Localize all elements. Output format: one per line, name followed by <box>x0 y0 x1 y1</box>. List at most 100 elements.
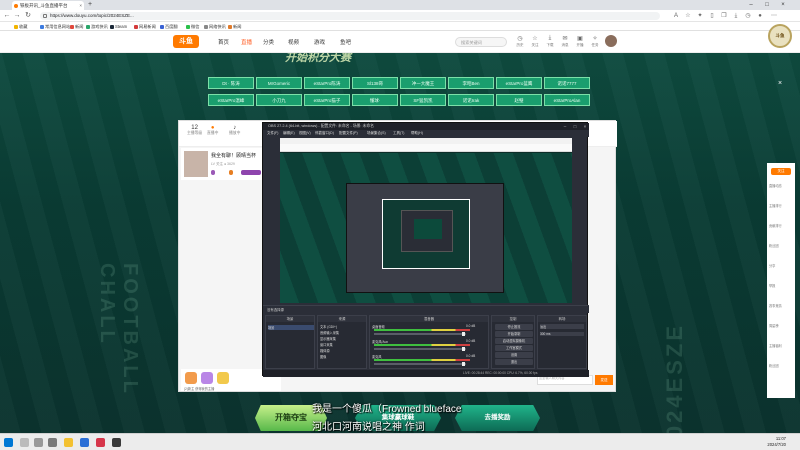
downloads-icon[interactable]: ⤓ <box>732 12 740 20</box>
bookmark-item[interactable]: 微信 <box>186 23 199 30</box>
menu-edit[interactable]: 编辑(E) <box>283 130 295 137</box>
reload-icon[interactable]: ↻ <box>24 12 32 20</box>
close-tab-icon[interactable]: × <box>79 1 82 10</box>
streamer-button[interactable]: 李昭Ben <box>448 77 494 89</box>
file-explorer-icon[interactable] <box>64 438 73 447</box>
streamer-button[interactable]: Dt · 陈涛 <box>208 77 254 89</box>
sidebar-icon[interactable]: ▯ <box>708 12 716 20</box>
bookmark-item[interactable]: Steam <box>110 23 127 30</box>
volume-slider[interactable] <box>374 332 466 336</box>
nav-fishbar[interactable]: 鱼吧 <box>340 38 351 46</box>
task-view-icon[interactable] <box>34 438 43 447</box>
menu-profile[interactable]: 配置文件(P) <box>339 130 358 137</box>
user-avatar[interactable] <box>605 35 617 47</box>
menu-tools[interactable]: 工具(T) <box>393 130 404 137</box>
sidebar-line[interactable]: 贡献排行 <box>769 223 793 228</box>
extension-icon[interactable]: ✦ <box>696 12 704 20</box>
system-clock[interactable]: 11:07 2024/7/20 <box>767 436 786 448</box>
nav-game[interactable]: 游戏 <box>314 38 325 46</box>
streamer-button[interactable]: eStarPro温峰 <box>208 94 254 106</box>
sidebar-line[interactable]: 直播动态 <box>769 183 793 188</box>
settings-button[interactable]: 设置 <box>495 352 533 358</box>
streamer-button[interactable]: eStarPro陈涛 <box>304 77 350 89</box>
obs-taskbar-icon[interactable] <box>112 438 121 447</box>
message-icon[interactable]: ✉ 消息 <box>560 35 570 48</box>
bookmark-item[interactable]: 网络快讯 <box>204 23 226 30</box>
bookmark-item[interactable]: 新闻 <box>228 23 241 30</box>
sidebar-line[interactable]: 主播福利 <box>769 343 793 348</box>
bookmark-item[interactable]: 常用信息网站 <box>40 23 70 30</box>
maximize-icon[interactable]: □ <box>760 0 774 10</box>
source-item[interactable]: 媒体源 <box>320 348 330 353</box>
bookmark-item[interactable]: 收藏 <box>14 23 27 30</box>
profile-icon[interactable]: ● <box>756 12 764 20</box>
close-window-icon[interactable]: × <box>776 0 790 10</box>
stream-reward-button[interactable]: 去播奖励 <box>455 405 540 431</box>
menu-dock[interactable]: 停靠窗口(D) <box>315 130 334 137</box>
star-icon[interactable]: ☆ <box>684 12 692 20</box>
menu-view[interactable]: 视图(V) <box>299 130 311 137</box>
streamer-button[interactable]: eStarPro猫子 <box>304 94 350 106</box>
gift-icon[interactable] <box>201 372 213 384</box>
bookmark-item[interactable]: 游戏快讯 <box>86 23 108 30</box>
new-tab-button[interactable]: + <box>86 1 94 9</box>
sidebar-line[interactable]: 粉丝团 <box>769 243 793 248</box>
transition-duration[interactable]: 300 ms <box>540 332 584 336</box>
streamer-button[interactable]: 冲一大魔王 <box>400 77 446 89</box>
send-button[interactable]: 发送 <box>595 375 613 385</box>
anchor-avatar[interactable] <box>184 151 208 177</box>
gift-icon[interactable] <box>185 372 197 384</box>
transition-select[interactable]: 淡出 <box>540 324 584 329</box>
nav-video[interactable]: 视频 <box>288 38 299 46</box>
source-item[interactable]: 文本 (GDI+) <box>320 324 337 329</box>
floating-event-logo[interactable]: 斗鱼 <box>768 24 792 48</box>
back-icon[interactable]: ← <box>3 12 11 20</box>
streamer-button[interactable]: eStarPro蓝鹰 <box>496 77 542 89</box>
collections-icon[interactable]: ❐ <box>720 12 728 20</box>
anchor-name[interactable]: 我全有聊！顾晴当杯 <box>211 152 256 159</box>
streamer-button[interactable]: 赵璧 <box>496 94 542 106</box>
volume-slider[interactable] <box>374 362 466 366</box>
sidebar-line[interactable]: 赛事竞猜 <box>769 303 793 308</box>
streamer-button[interactable]: eStarProAlan <box>544 94 590 106</box>
streamer-button[interactable]: Sl138哥 <box>352 77 398 89</box>
history-icon[interactable]: ◷ <box>744 12 752 20</box>
virtual-camera-button[interactable]: 启动虚拟摄像机 <box>495 338 533 344</box>
history-icon[interactable]: ◷ 历史 <box>515 35 525 48</box>
source-item[interactable]: 音频输入采集 <box>320 330 339 335</box>
gift-icon[interactable] <box>217 372 229 384</box>
sidebar-line[interactable]: 粉丝团 <box>769 363 793 368</box>
download-icon[interactable]: ⤓ 下载 <box>545 35 555 48</box>
sidebar-line[interactable]: 分享 <box>769 263 793 268</box>
edge-icon[interactable] <box>80 438 89 447</box>
camera-icon[interactable]: ▣ 开播 <box>575 35 585 48</box>
bookmark-item[interactable]: 网易新闻 <box>134 23 156 30</box>
streamer-button[interactable]: SF猛凯凯 <box>400 94 446 106</box>
nav-category[interactable]: 分类 <box>263 38 274 46</box>
search-input[interactable]: 搜索关键词 <box>455 37 507 47</box>
close-float-icon[interactable]: × <box>776 80 784 88</box>
search-icon[interactable] <box>20 438 29 447</box>
streamer-button[interactable]: 小刀九 <box>256 94 302 106</box>
stop-stream-button[interactable]: 停止推流 <box>495 324 533 330</box>
maximize-icon[interactable]: □ <box>571 123 579 130</box>
douyu-logo[interactable]: 斗鱼 <box>173 35 199 48</box>
sidebar-line[interactable]: 主播排行 <box>769 203 793 208</box>
streamer-button[interactable]: 懂球· <box>352 94 398 106</box>
start-recording-button[interactable]: 开始录制 <box>495 331 533 337</box>
nav-live[interactable]: 直播 <box>241 38 252 46</box>
app-icon[interactable] <box>48 438 57 447</box>
task-icon[interactable]: ✧ 任务 <box>590 35 600 48</box>
menu-icon[interactable]: ⋯ <box>770 12 778 20</box>
minimize-icon[interactable]: – <box>561 123 569 130</box>
scene-item[interactable]: 场景 <box>268 325 314 330</box>
menu-file[interactable]: 文件(F) <box>267 130 278 137</box>
streamer-button[interactable]: 诺诺7777 <box>544 77 590 89</box>
translate-icon[interactable]: A <box>672 12 680 20</box>
source-item[interactable]: 显示器采集 <box>320 336 336 341</box>
star-icon[interactable]: ☆ 关注 <box>530 35 540 48</box>
menu-scene-collection[interactable]: 场景集合(S) <box>367 130 386 137</box>
menu-help[interactable]: 帮助(H) <box>411 130 423 137</box>
bookmark-item[interactable]: 新闻 <box>70 23 83 30</box>
windows-start-icon[interactable] <box>4 438 13 447</box>
